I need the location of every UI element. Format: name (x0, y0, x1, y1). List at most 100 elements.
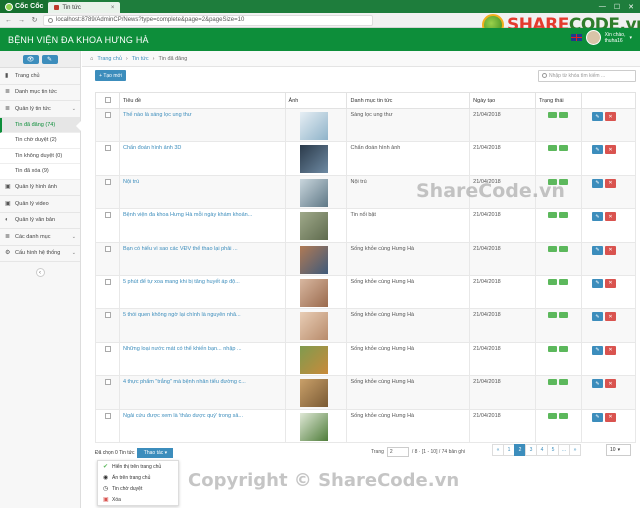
menu-item-hide-home[interactable]: ◉ Ẩn trên trang chủ (98, 472, 178, 483)
row-checkbox[interactable] (105, 412, 111, 419)
delete-button[interactable]: ✕ (605, 379, 617, 389)
breadcrumb-news[interactable]: Tin tức (132, 56, 149, 62)
news-title-link[interactable]: 4 thực phẩm "trắng" mà bệnh nhân tiểu đư… (123, 379, 246, 385)
home-icon[interactable] (559, 412, 569, 419)
page-button[interactable]: » (569, 444, 581, 456)
search-input[interactable]: Nhập từ khóa tìm kiếm ... (538, 70, 636, 82)
column-header-title[interactable]: Tiêu đề (118, 92, 286, 109)
news-thumbnail[interactable] (299, 212, 328, 241)
home-icon[interactable] (559, 379, 569, 386)
column-header-category[interactable]: Danh mục tin tức (346, 92, 471, 109)
collapse-sidebar-icon[interactable]: ‹ (35, 268, 45, 277)
eye-icon[interactable] (548, 412, 558, 419)
edit-button[interactable]: ✎ (592, 245, 604, 255)
avatar[interactable] (585, 30, 601, 45)
news-title-link[interactable]: Những loại nước mát có thể khiến bạn... … (123, 346, 242, 352)
edit-button[interactable]: ✎ (592, 345, 604, 355)
news-title-link[interactable]: Bệnh viện đa khoa Hưng Hà mỗi ngày khám … (123, 212, 252, 218)
edit-button[interactable]: ✎ (592, 112, 604, 121)
eye-icon[interactable] (548, 312, 558, 319)
back-icon[interactable]: ← (4, 16, 13, 25)
edit-button[interactable]: ✎ (592, 379, 604, 389)
delete-button[interactable]: ✕ (605, 212, 617, 222)
menu-item-pending[interactable]: ◷ Tin chờ duyệt (98, 483, 178, 494)
eye-icon[interactable] (548, 379, 558, 386)
edit-button[interactable]: ✎ (592, 278, 604, 288)
eye-icon[interactable] (548, 345, 558, 352)
sidebar-item-news-categories[interactable]: ≣ Danh mục tin tức (0, 85, 80, 101)
sidebar-item-settings[interactable]: ⚙ Cấu hình hệ thống ⌄ (0, 246, 80, 262)
minimize-button[interactable]: — (599, 3, 606, 11)
row-checkbox[interactable] (105, 345, 111, 352)
home-icon[interactable] (559, 312, 569, 319)
delete-button[interactable]: ✕ (605, 245, 617, 255)
news-title-link[interactable]: Ngải cứu được xem là 'thảo dược quý' tro… (123, 413, 243, 419)
forward-icon[interactable]: → (17, 16, 26, 25)
pencil-icon[interactable]: ✎ (41, 54, 58, 64)
edit-button[interactable]: ✎ (592, 312, 604, 322)
sidebar-subitem-rejected[interactable]: Tin không duyệt (0) (0, 148, 80, 164)
add-news-button[interactable]: + Tạo mới (95, 70, 126, 81)
menu-item-show-home[interactable]: ✔ Hiển thị trên trang chủ (98, 461, 178, 472)
news-title-link[interactable]: Chẩn đoán hình ảnh 3D (123, 145, 181, 151)
column-header-date[interactable]: Ngày tạo (469, 92, 537, 109)
delete-button[interactable]: ✕ (605, 312, 617, 322)
browser-tab[interactable]: Tin tức × (48, 2, 121, 13)
url-field[interactable]: localhost:8789/AdminCP/News?type=complet… (43, 14, 373, 26)
eye-icon[interactable] (548, 245, 558, 252)
row-checkbox[interactable] (105, 112, 111, 118)
news-thumbnail[interactable] (299, 412, 328, 441)
eye-icon[interactable] (548, 112, 558, 118)
select-all-header[interactable] (95, 92, 120, 109)
eye-icon[interactable]: 👁 (22, 54, 39, 64)
browser-brand[interactable]: Cốc Cốc (0, 0, 49, 13)
row-checkbox[interactable] (105, 145, 111, 152)
row-checkbox[interactable] (105, 278, 111, 285)
sidebar-item-home[interactable]: ▮ Trang chủ (0, 68, 80, 85)
page-size-select[interactable]: 10 ▾ (606, 444, 631, 456)
uk-flag-icon[interactable] (570, 34, 582, 41)
menu-item-delete[interactable]: ▣ Xóa (98, 494, 178, 505)
sidebar-item-videos[interactable]: ▣ Quản lý video (0, 196, 80, 213)
news-title-link[interactable]: Bạn có hiểu vì sao các VĐV thể thao lại … (123, 246, 238, 252)
sidebar-subitem-published[interactable]: Tin đã đăng (74) (0, 117, 81, 133)
delete-button[interactable]: ✕ (605, 345, 617, 355)
delete-button[interactable]: ✕ (605, 145, 617, 155)
eye-icon[interactable] (548, 212, 558, 219)
edit-button[interactable]: ✎ (592, 212, 604, 222)
edit-button[interactable]: ✎ (592, 412, 604, 422)
news-thumbnail[interactable] (299, 178, 328, 207)
news-thumbnail[interactable] (299, 278, 328, 307)
news-thumbnail[interactable] (299, 379, 328, 408)
home-icon[interactable] (559, 112, 569, 118)
select-all-checkbox[interactable] (105, 96, 111, 103)
news-thumbnail[interactable] (299, 245, 328, 274)
sidebar-subitem-pending[interactable]: Tin chờ duyệt (2) (0, 133, 80, 149)
edit-button[interactable]: ✎ (592, 145, 604, 155)
home-icon[interactable] (559, 212, 569, 219)
sidebar-item-images[interactable]: ▣ Quản lý hình ảnh (0, 180, 80, 196)
home-icon[interactable] (559, 145, 569, 152)
user-menu-caret-icon[interactable]: ▾ (629, 35, 632, 41)
eye-icon[interactable] (548, 145, 558, 152)
breadcrumb-home[interactable]: Trang chủ (97, 56, 122, 62)
sidebar-item-categories[interactable]: ≣ Các danh mục ⌄ (0, 229, 80, 246)
delete-button[interactable]: ✕ (605, 278, 617, 288)
home-icon[interactable] (559, 345, 569, 352)
news-thumbnail[interactable] (299, 345, 328, 374)
delete-button[interactable]: ✕ (605, 412, 617, 422)
news-thumbnail[interactable] (299, 112, 328, 140)
news-thumbnail[interactable] (299, 145, 328, 174)
news-title-link[interactable]: 5 thói quen không ngờ lại chính là nguyê… (123, 312, 241, 318)
page-number-input[interactable]: 2 (386, 447, 409, 457)
sidebar-item-documents[interactable]: ◐ Quản lý văn bản (0, 213, 80, 229)
maximize-button[interactable]: ☐ (614, 3, 620, 11)
delete-button[interactable]: ✕ (605, 178, 617, 188)
row-checkbox[interactable] (105, 312, 111, 319)
row-checkbox[interactable] (105, 379, 111, 386)
bulk-action-button[interactable]: Thao tác ▾ (137, 448, 174, 458)
home-icon[interactable] (559, 245, 569, 252)
edit-button[interactable]: ✎ (592, 178, 604, 188)
home-icon[interactable] (559, 278, 569, 285)
sidebar-item-news-management[interactable]: ≣ Quản lý tin tức ⌄ (0, 101, 80, 118)
